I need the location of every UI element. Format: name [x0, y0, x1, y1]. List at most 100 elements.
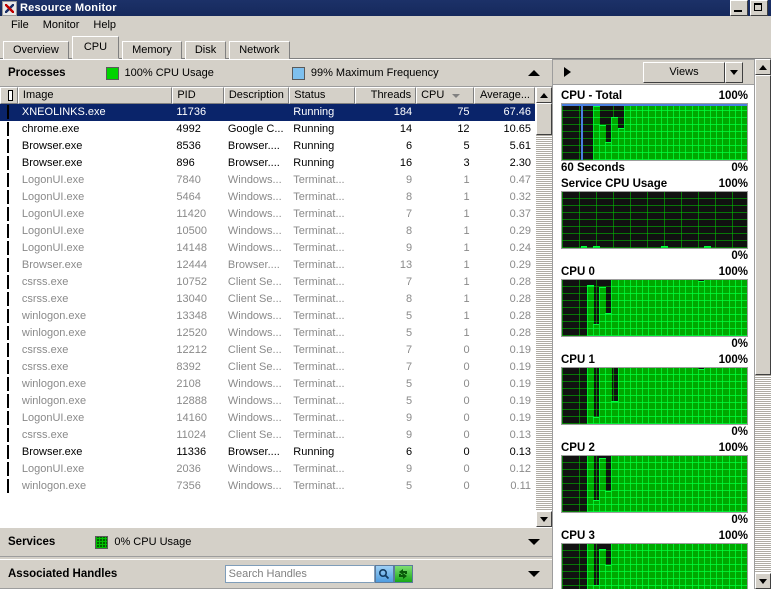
table-row[interactable]: winlogon.exe 7356 Windows... Terminat... 5 0 0… — [0, 478, 535, 495]
row-checkbox-cell[interactable] — [0, 172, 18, 189]
refresh-icon[interactable] — [393, 565, 413, 583]
row-checkbox[interactable] — [7, 156, 9, 170]
row-checkbox-cell[interactable] — [0, 342, 18, 359]
processes-header[interactable]: Processes 100% CPU Usage 99% Maximum Fre… — [0, 59, 552, 87]
row-checkbox[interactable] — [7, 105, 9, 119]
table-row[interactable]: XNEOLINKS.exe 11736 Running 184 75 67.46 — [0, 104, 535, 121]
services-header[interactable]: Services 0% CPU Usage — [0, 527, 552, 557]
table-row[interactable]: LogonUI.exe 14148 Windows... Terminat... 9 1 0… — [0, 240, 535, 257]
processes-scrollbar[interactable] — [535, 87, 552, 527]
table-row[interactable]: Browser.exe 896 Browser.... Running 16 3 2.30 — [0, 155, 535, 172]
header-pid[interactable]: PID — [172, 87, 224, 104]
handles-header[interactable]: Associated Handles Search Handles — [0, 559, 552, 589]
views-button[interactable]: Views — [643, 61, 725, 83]
row-checkbox-cell[interactable] — [0, 410, 18, 427]
views-dropdown-button[interactable] — [725, 61, 743, 83]
window-scroll-track[interactable] — [755, 75, 771, 573]
window-scrollbar[interactable] — [754, 59, 771, 589]
row-checkbox[interactable] — [7, 122, 9, 136]
row-checkbox-cell[interactable] — [0, 155, 18, 172]
row-checkbox[interactable] — [7, 309, 9, 323]
header-cpu[interactable]: CPU — [416, 87, 474, 104]
menu-item-file[interactable]: File — [4, 17, 36, 33]
row-checkbox[interactable] — [7, 139, 9, 153]
scroll-track[interactable] — [536, 103, 552, 511]
header-average[interactable]: Average... — [473, 87, 535, 104]
tab-memory[interactable]: Memory — [122, 41, 182, 59]
row-checkbox[interactable] — [7, 411, 9, 425]
row-checkbox-cell[interactable] — [0, 393, 18, 410]
window-scroll-up-button[interactable] — [755, 59, 771, 75]
row-checkbox-cell[interactable] — [0, 223, 18, 240]
row-checkbox-cell[interactable] — [0, 478, 18, 495]
search-input[interactable]: Search Handles — [224, 565, 375, 583]
row-checkbox[interactable] — [7, 224, 9, 238]
row-checkbox[interactable] — [7, 207, 9, 221]
scroll-up-button[interactable] — [536, 87, 552, 103]
row-checkbox-cell[interactable] — [0, 359, 18, 376]
window-scroll-down-button[interactable] — [755, 573, 771, 589]
table-row[interactable]: LogonUI.exe 7840 Windows... Terminat... 9 1 0.… — [0, 172, 535, 189]
table-row[interactable]: LogonUI.exe 14160 Windows... Terminat... 9 0 0… — [0, 410, 535, 427]
menu-item-help[interactable]: Help — [86, 17, 123, 33]
minimize-button[interactable] — [730, 0, 748, 16]
table-row[interactable]: chrome.exe 4992 Google C... Running 14 12 10.6… — [0, 121, 535, 138]
row-checkbox[interactable] — [7, 173, 9, 187]
window-scroll-thumb[interactable] — [755, 75, 771, 375]
row-checkbox[interactable] — [7, 394, 9, 408]
tab-disk[interactable]: Disk — [184, 41, 227, 59]
maximize-button[interactable] — [750, 0, 768, 16]
row-checkbox-cell[interactable] — [0, 206, 18, 223]
row-checkbox[interactable] — [7, 275, 9, 289]
row-checkbox-cell[interactable] — [0, 121, 18, 138]
row-checkbox-cell[interactable] — [0, 291, 18, 308]
row-checkbox[interactable] — [7, 479, 9, 493]
row-checkbox[interactable] — [7, 241, 9, 255]
handles-expand-icon[interactable] — [527, 571, 540, 577]
row-checkbox[interactable] — [7, 377, 9, 391]
expand-right-icon[interactable] — [556, 61, 578, 83]
table-row[interactable]: LogonUI.exe 2036 Windows... Terminat... 9 0 0.… — [0, 461, 535, 478]
tab-cpu[interactable]: CPU — [71, 36, 120, 59]
services-expand-icon[interactable] — [528, 539, 540, 545]
row-checkbox-cell[interactable] — [0, 274, 18, 291]
table-row[interactable]: winlogon.exe 13348 Windows... Terminat... 5 1… — [0, 308, 535, 325]
table-row[interactable]: csrss.exe 11024 Client Se... Terminat... 9 0 0… — [0, 427, 535, 444]
table-row[interactable]: csrss.exe 8392 Client Se... Terminat... 7 0 0.… — [0, 359, 535, 376]
select-all-checkbox[interactable] — [8, 90, 13, 101]
row-checkbox[interactable] — [7, 292, 9, 306]
row-checkbox[interactable] — [7, 428, 9, 442]
row-checkbox-cell[interactable] — [0, 444, 18, 461]
header-threads[interactable]: Threads — [354, 87, 417, 104]
row-checkbox[interactable] — [7, 190, 9, 204]
row-checkbox-cell[interactable] — [0, 376, 18, 393]
table-row[interactable]: Browser.exe 8536 Browser.... Running 6 5 5.61 — [0, 138, 535, 155]
table-row[interactable]: Browser.exe 11336 Browser.... Running 6 0 0.13 — [0, 444, 535, 461]
row-checkbox[interactable] — [7, 445, 9, 459]
row-checkbox[interactable] — [7, 360, 9, 374]
table-row[interactable]: csrss.exe 10752 Client Se... Terminat... 7 1 0… — [0, 274, 535, 291]
row-checkbox-cell[interactable] — [0, 308, 18, 325]
tab-overview[interactable]: Overview — [3, 41, 69, 59]
scroll-down-button[interactable] — [536, 511, 552, 527]
row-checkbox-cell[interactable] — [0, 461, 18, 478]
table-row[interactable]: csrss.exe 12212 Client Se... Terminat... 7 0 0… — [0, 342, 535, 359]
table-row[interactable]: winlogon.exe 2108 Windows... Terminat... 5 0 0… — [0, 376, 535, 393]
header-select-all[interactable] — [0, 87, 18, 104]
scroll-thumb[interactable] — [536, 103, 552, 135]
row-checkbox-cell[interactable] — [0, 257, 18, 274]
magnifier-icon[interactable] — [374, 565, 394, 583]
row-checkbox[interactable] — [7, 258, 9, 272]
row-checkbox[interactable] — [7, 326, 9, 340]
tab-network[interactable]: Network — [229, 41, 290, 59]
row-checkbox[interactable] — [7, 462, 9, 476]
header-description[interactable]: Description — [223, 87, 290, 104]
table-row[interactable]: winlogon.exe 12888 Windows... Terminat... 5 0… — [0, 393, 535, 410]
row-checkbox[interactable] — [7, 343, 9, 357]
table-row[interactable]: Browser.exe 12444 Browser.... Terminat... 13… — [0, 257, 535, 274]
row-checkbox-cell[interactable] — [0, 104, 18, 121]
header-image[interactable]: Image — [17, 87, 173, 104]
row-checkbox-cell[interactable] — [0, 325, 18, 342]
table-row[interactable]: winlogon.exe 12520 Windows... Terminat... 5 1… — [0, 325, 535, 342]
row-checkbox-cell[interactable] — [0, 138, 18, 155]
